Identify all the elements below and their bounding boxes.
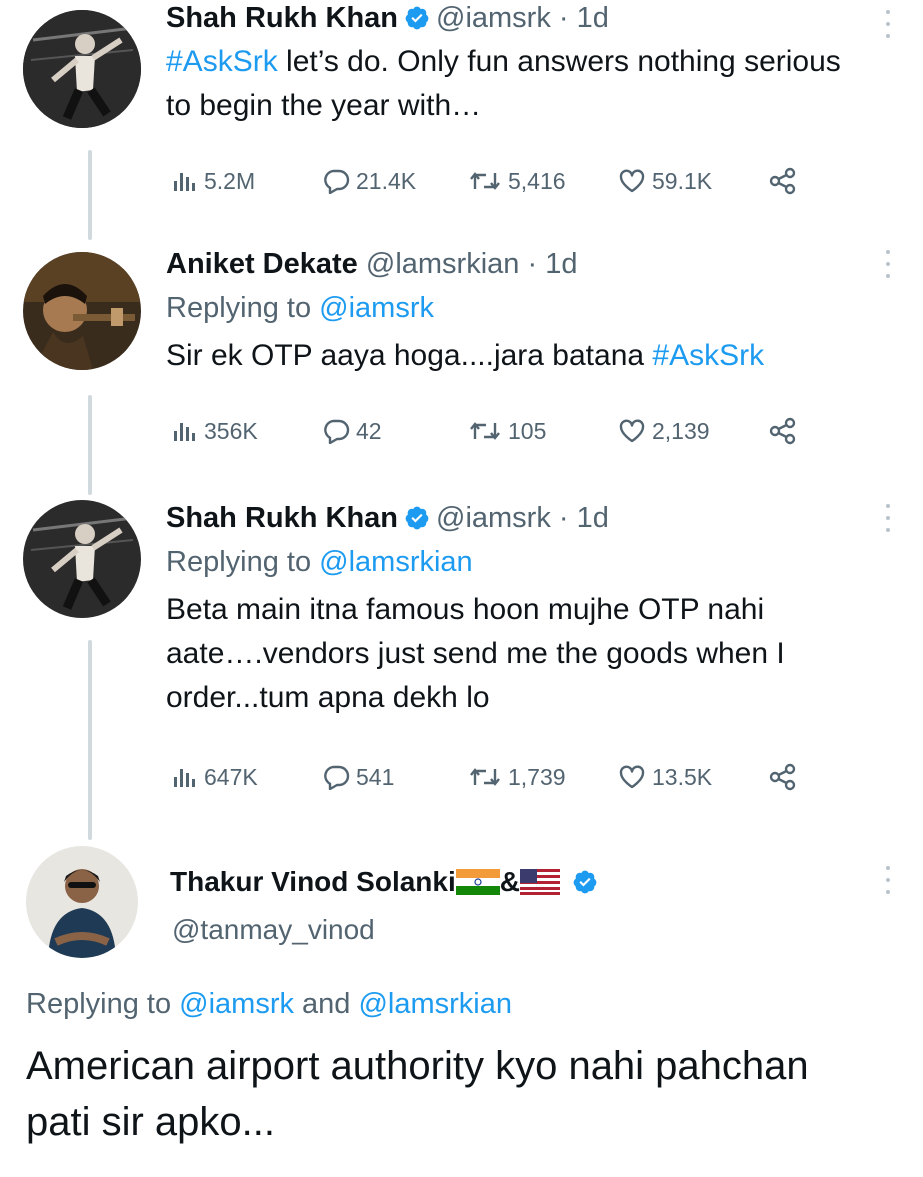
reply-icon [324, 765, 350, 790]
display-name[interactable]: Aniket Dekate [166, 248, 358, 280]
like-count: 2,139 [652, 417, 710, 444]
like-count: 13.5K [652, 763, 713, 790]
like-icon [619, 169, 645, 193]
mention-link[interactable]: @iamsrk [179, 988, 294, 1020]
tweet-text-body: Sir ek OTP aaya hoga....jara batana [166, 339, 653, 372]
share-action[interactable] [768, 167, 798, 195]
views-action[interactable]: 647K [172, 764, 322, 791]
separator-dot: · [558, 2, 569, 34]
retweet-icon [470, 768, 500, 786]
replying-to: Replying to @iamsrk [166, 288, 863, 328]
avatar[interactable] [23, 10, 141, 128]
action-bar: 5.2M 21.4K 5,416 59.1K [172, 164, 798, 198]
flag-india-icon [455, 869, 500, 895]
like-count: 59.1K [652, 167, 713, 194]
verified-icon [405, 506, 429, 530]
retweet-icon [470, 172, 500, 190]
views-count: 647K [204, 763, 258, 790]
like-action[interactable]: 13.5K [618, 764, 768, 791]
verified-icon [573, 870, 597, 894]
separator-dot: · [558, 502, 569, 534]
reply-count: 541 [356, 763, 395, 790]
avatar[interactable] [26, 846, 138, 958]
retweet-count: 5,416 [508, 167, 566, 194]
views-action[interactable]: 356K [172, 418, 322, 445]
tweet-text: Beta main itna famous hoon mujhe OTP nah… [166, 593, 785, 714]
name-separator: & [499, 866, 520, 897]
tweet[interactable]: Shah Rukh Khan @iamsrk · 1d Replying to @… [0, 494, 923, 824]
more-icon[interactable] [883, 866, 893, 894]
views-icon [174, 423, 195, 441]
tweet[interactable]: Shah Rukh Khan @iamsrk · 1d #AskSrk let’s… [0, 0, 923, 220]
user-handle[interactable]: @iamsrk [436, 502, 551, 534]
reply-count: 21.4K [356, 167, 417, 194]
tweet[interactable]: Aniket Dekate @lamsrkian · 1d Replying t… [0, 240, 923, 490]
views-count: 5.2M [204, 167, 256, 194]
share-icon [769, 417, 796, 445]
share-icon [769, 763, 796, 791]
reply-action[interactable]: 541 [322, 764, 468, 791]
tweet-header: Aniket Dekate @lamsrkian · 1d [166, 246, 863, 282]
like-action[interactable]: 59.1K [618, 168, 768, 195]
replying-and: and [293, 988, 359, 1020]
verified-icon [405, 6, 429, 30]
display-name[interactable]: Shah Rukh Khan [166, 502, 398, 534]
user-handle[interactable]: @lamsrkian [366, 248, 520, 280]
like-icon [619, 419, 645, 443]
replying-to-label: Replying to [166, 292, 320, 324]
views-count: 356K [204, 417, 258, 444]
views-icon [174, 769, 195, 787]
tweet-text: #AskSrk let’s do. Only fun answers nothi… [166, 40, 863, 128]
separator-dot: · [527, 248, 538, 280]
tweet-header: Thakur Vinod Solanki & [170, 866, 604, 898]
replying-to-label: Replying to [166, 546, 320, 578]
mention-link[interactable]: @lamsrkian [319, 546, 473, 578]
replying-to: Replying to @lamsrkian [166, 542, 863, 582]
user-handle[interactable]: @iamsrk [436, 2, 551, 34]
action-bar: 356K 42 105 2,139 [172, 414, 798, 448]
reply-count: 42 [356, 417, 382, 444]
timestamp[interactable]: 1d [545, 248, 577, 280]
flag-usa-icon [520, 869, 560, 895]
mention-link[interactable]: @lamsrkian [358, 988, 512, 1020]
like-icon [619, 765, 645, 789]
tweet-text: Sir ek OTP aaya hoga....jara batana #Ask… [166, 334, 863, 378]
retweet-action[interactable]: 1,739 [468, 764, 618, 791]
share-action[interactable] [768, 417, 798, 445]
retweet-icon [470, 422, 500, 440]
share-icon [769, 167, 796, 195]
reply-icon [324, 169, 350, 194]
tweet-text: American airport authority kyo nahi pahc… [26, 1044, 809, 1144]
display-name[interactable]: Thakur Vinod Solanki [170, 866, 456, 897]
replying-to-label: Replying to [26, 988, 180, 1020]
retweet-action[interactable]: 105 [468, 418, 618, 445]
tweet-header: Shah Rukh Khan @iamsrk · 1d [166, 0, 863, 36]
timestamp[interactable]: 1d [577, 502, 609, 534]
focused-tweet[interactable]: Thakur Vinod Solanki & @tanmay_vinod Repl… [0, 836, 923, 1177]
user-handle[interactable]: @tanmay_vinod [172, 914, 375, 946]
retweet-count: 105 [508, 417, 547, 444]
hashtag-link[interactable]: #AskSrk [166, 45, 278, 78]
action-bar: 647K 541 1,739 13.5K [172, 760, 798, 794]
hashtag-link[interactable]: #AskSrk [652, 339, 764, 372]
reply-action[interactable]: 42 [322, 418, 468, 445]
share-action[interactable] [768, 763, 798, 791]
more-icon[interactable] [883, 10, 893, 38]
avatar[interactable] [23, 252, 141, 370]
tweet-header: Shah Rukh Khan @iamsrk · 1d [166, 500, 863, 536]
views-icon [174, 173, 195, 191]
replying-to: Replying to @iamsrk and @lamsrkian [26, 988, 512, 1021]
reply-icon [324, 419, 350, 444]
display-name[interactable]: Shah Rukh Khan [166, 2, 398, 34]
views-action[interactable]: 5.2M [172, 168, 322, 195]
like-action[interactable]: 2,139 [618, 418, 768, 445]
timestamp[interactable]: 1d [577, 2, 609, 34]
avatar[interactable] [23, 500, 141, 618]
reply-action[interactable]: 21.4K [322, 168, 468, 195]
more-icon[interactable] [883, 250, 893, 278]
mention-link[interactable]: @iamsrk [319, 292, 434, 324]
retweet-action[interactable]: 5,416 [468, 168, 618, 195]
more-icon[interactable] [883, 504, 893, 532]
retweet-count: 1,739 [508, 763, 566, 790]
